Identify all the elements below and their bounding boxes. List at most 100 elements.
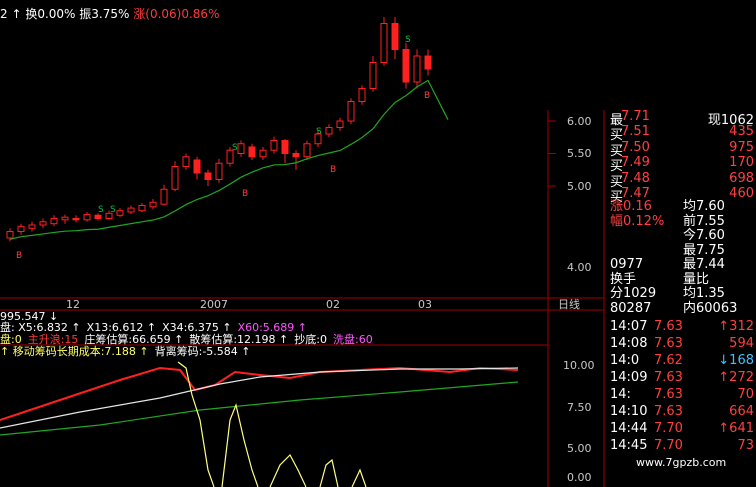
candle-body (325, 127, 333, 135)
grid-lines (548, 120, 556, 187)
sell-signal-marker: S (98, 205, 104, 215)
bid-row[interactable]: 买 7.51 435 (610, 124, 756, 143)
candle-body (182, 156, 190, 167)
indicator-value: ↑ 移动筹码长期成本:7.188 ↑ (0, 345, 149, 358)
bid-row[interactable]: 买 7.50 975 (610, 139, 756, 159)
candle-body (358, 88, 366, 102)
cost-indicator-line: ↑ 移动筹码长期成本:7.188 ↑ 背离筹码:-5.584 ↑ (0, 346, 257, 357)
candle-body (149, 201, 157, 208)
candle-body (138, 205, 146, 212)
candle-body (380, 23, 388, 63)
tick-price: 7.62 (654, 353, 683, 368)
sell-signal-marker: S (110, 205, 116, 215)
candle-body (6, 231, 14, 239)
tick-time: 14:44 (610, 421, 648, 436)
candle-body (336, 120, 344, 128)
candle-body (160, 188, 168, 205)
bid-price: 7.49 (621, 155, 650, 170)
tick-row: 14:08 7.63 594 (610, 336, 756, 353)
lower-tick-10: 10.00 (563, 359, 595, 372)
bid-volume: 170 (729, 155, 754, 170)
candle-body (270, 140, 278, 151)
candle-body (215, 162, 223, 180)
price-tick-4.00: 4.00 (567, 261, 592, 274)
indicator-value: 抄底:0 (294, 333, 327, 346)
stat-right: 前7.55 (683, 213, 725, 229)
tick-row: 14:44 7.70 ↑641 (610, 421, 756, 438)
tick-volume: 664 (729, 404, 754, 419)
candle-body (259, 149, 267, 158)
tick-volume: ↑272 (718, 370, 754, 385)
bid-price: 7.51 (621, 124, 650, 139)
bid-row[interactable]: 买 7.48 698 (610, 170, 756, 190)
indicator-value: 洗盘:60 (332, 333, 373, 346)
tick-volume: ↑312 (718, 319, 754, 334)
stat-right: 均1.35 (683, 286, 725, 301)
candle-body (50, 218, 58, 225)
candle-body (17, 225, 25, 233)
tick-time: 14:08 (610, 336, 648, 351)
sell-signal-marker: S (232, 143, 238, 153)
lower-tick-7.5: 7.50 (567, 401, 592, 414)
tick-volume: ↓168 (718, 353, 754, 368)
tick-row: 14:10 7.63 664 (610, 404, 756, 421)
stat-right: 内60063 (683, 300, 738, 316)
ma-indicator-line: 盘: X5:6.832 ↑ X13:6.612 ↑ X34:6.375 ↑ X60:5… (0, 322, 313, 333)
signal-markers: BS SSBSBSB (16, 35, 430, 261)
buy-signal-marker: B (242, 189, 248, 199)
bid-row[interactable]: 买 7.49 170 (610, 155, 756, 174)
bid-volume: 975 (729, 139, 754, 155)
candle-series (6, 17, 432, 242)
indicator-value: 背离筹码:-5.584 ↑ (154, 345, 251, 358)
candle-body (83, 214, 91, 221)
candle-body (94, 214, 102, 219)
sell-signal-marker: S (316, 127, 322, 137)
bid-volume: 698 (729, 170, 754, 186)
candle-body (61, 216, 69, 221)
lower-tick-5: 5.00 (567, 442, 592, 455)
candle-body (127, 207, 135, 213)
candle-body (402, 49, 410, 83)
candle-body (369, 62, 377, 89)
candle-body (193, 159, 201, 174)
date-label-12: 12 (66, 298, 80, 311)
stat-left: 换手 (610, 271, 637, 287)
tick-volume: ↑641 (718, 421, 754, 436)
stat-left: 分1029 (610, 286, 657, 301)
tick-time: 14:09 (610, 370, 648, 385)
candle-body (424, 55, 432, 70)
tick-price: 7.63 (654, 404, 683, 419)
candle-body (347, 101, 355, 122)
tick-row: 14:07 7.63 ↑312 (610, 319, 756, 336)
date-label-2007: 2007 (200, 298, 228, 311)
stat-left: 0977 (610, 257, 644, 272)
chip-indicator-line: 盘:0 主升浪:15 庄筹估算:66.659 ↑ 散筹估算:12.198 ↑ 抄底:0 洗… (0, 334, 379, 345)
candle-body (391, 23, 399, 50)
stat-left: 80287 (610, 300, 652, 316)
price-tick-5.00: 5.00 (567, 180, 592, 193)
tick-price: 7.63 (654, 336, 683, 351)
tick-price: 7.63 (654, 319, 683, 334)
tick-price: 7.70 (654, 438, 683, 453)
stat-right: 均7.60 (683, 199, 725, 214)
candle-body (303, 143, 311, 158)
period-daily-button[interactable]: 日线 (558, 299, 580, 310)
buy-signal-marker: B (16, 251, 22, 261)
stat-right: 今7.60 (683, 228, 725, 243)
tick-price: 7.63 (654, 387, 683, 402)
stat-right: 最7.44 (683, 257, 725, 272)
watermark: www.7gpzb.com (636, 456, 727, 469)
tick-volume: 70 (737, 387, 754, 402)
candle-body (248, 146, 256, 158)
tick-time: 14: (610, 387, 631, 402)
candle-body (171, 166, 179, 190)
candle-body (39, 221, 47, 226)
candle-body (72, 218, 80, 221)
bid-price: 7.48 (621, 170, 650, 186)
candle-body (204, 172, 212, 180)
buy-signal-marker: B (330, 165, 336, 175)
buy-signal-marker: B (424, 91, 430, 101)
sell-signal-marker: S (405, 35, 411, 45)
stat-right: 量比 (683, 271, 710, 287)
indicator-white-line (0, 367, 519, 429)
